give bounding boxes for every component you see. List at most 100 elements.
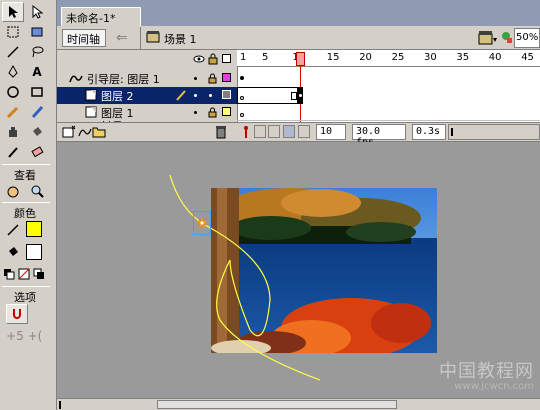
stroke-color-swatch[interactable]	[26, 221, 42, 237]
current-frame-field: 10	[316, 124, 346, 140]
options-section-label: 选项	[14, 291, 36, 304]
onion-skin-icon[interactable]	[254, 125, 266, 138]
center-frame-icon[interactable]	[240, 125, 252, 142]
frame-ruler-number: 35	[456, 52, 470, 63]
frame-ruler-number: 25	[391, 52, 405, 63]
timeline-toggle-button[interactable]: 时间轴	[62, 29, 106, 47]
onion-skin-outlines-icon[interactable]	[268, 125, 280, 138]
layer-icon	[85, 106, 97, 118]
add-layer-icon[interactable]	[62, 125, 76, 141]
add-guide-layer-icon[interactable]	[78, 125, 92, 141]
guide-layer-icon	[69, 75, 83, 83]
stroke-color-icon[interactable]	[2, 220, 24, 240]
frame-ruler-number: 1	[240, 52, 247, 63]
line-tool-icon[interactable]	[2, 42, 24, 62]
fill-transform-tool-icon[interactable]	[26, 22, 48, 42]
delete-layer-icon[interactable]	[215, 125, 227, 142]
toolbox-divider	[2, 202, 50, 203]
edit-symbols-icon[interactable]	[500, 28, 514, 49]
visibility-dot[interactable]	[194, 77, 197, 80]
layer-outline-color[interactable]	[222, 73, 231, 82]
document-tab[interactable]: 未命名-1*	[61, 7, 141, 26]
swap-colors-icon[interactable]	[32, 264, 46, 284]
outline-icon[interactable]	[222, 54, 231, 63]
ruler-underline	[237, 67, 540, 68]
layer-icon	[85, 89, 97, 101]
scroll-left-arrow-icon[interactable]	[59, 401, 67, 409]
watermark-url: www.jcwcn.com	[454, 381, 534, 392]
default-colors-icon[interactable]	[2, 264, 16, 284]
timeline-hscroll[interactable]	[448, 124, 540, 140]
motion-guide-path[interactable]	[160, 170, 330, 385]
visibility-dot[interactable]	[194, 111, 197, 114]
frame-ruler-number: 20	[359, 52, 372, 63]
fill-color-icon[interactable]	[2, 242, 24, 262]
frame-ruler-number: 45	[521, 52, 534, 63]
playhead-handle[interactable]	[296, 52, 305, 66]
zoom-tool-icon[interactable]	[26, 181, 48, 201]
keyframe[interactable]	[240, 76, 244, 80]
layer-1-frames[interactable]	[237, 104, 540, 121]
scroll-left-icon[interactable]	[451, 128, 457, 136]
symbol-instance[interactable]	[193, 211, 211, 235]
colors-section-label: 颜色	[14, 207, 36, 220]
frame-ruler-number: 40	[488, 52, 502, 63]
pencil-tool-icon[interactable]	[2, 102, 24, 122]
back-arrow-icon[interactable]: ⇐	[116, 30, 132, 46]
eye-icon[interactable]	[193, 54, 205, 67]
lock-icon[interactable]	[208, 73, 217, 87]
lock-dot[interactable]	[209, 94, 212, 97]
layer-name: 图层 2	[101, 89, 134, 103]
add-folder-icon[interactable]	[92, 125, 106, 141]
keyframe[interactable]	[240, 96, 244, 100]
layer-name: 图层 1	[101, 106, 134, 120]
stage-hscroll[interactable]	[57, 398, 540, 410]
fill-color-swatch[interactable]	[26, 244, 42, 260]
layer-outline-color[interactable]	[222, 107, 231, 116]
oval-tool-icon[interactable]	[2, 82, 24, 102]
pen-tool-icon[interactable]	[2, 62, 24, 82]
zoom-select[interactable]: 50%	[514, 28, 540, 48]
keyframe[interactable]	[240, 113, 244, 117]
scene-label: 场景 1	[164, 33, 197, 46]
paint-bucket-tool-icon[interactable]	[26, 122, 48, 142]
ink-bottle-tool-icon[interactable]	[2, 122, 24, 142]
lasso-tool-icon[interactable]	[26, 42, 48, 62]
tools-panel: A 查看 颜色 选项 +5 +(	[0, 0, 57, 410]
watermark-text: 中国教程网	[439, 361, 534, 382]
modify-onion-markers-icon[interactable]	[298, 125, 310, 138]
edit-multiple-frames-icon[interactable]	[283, 125, 295, 138]
subselect-tool-icon[interactable]	[26, 2, 48, 22]
watermark-logo: 中国教程网 www.jcwcn.com	[418, 355, 538, 401]
toolbar-divider	[140, 27, 141, 49]
visibility-dot[interactable]	[194, 94, 197, 97]
toolbox-divider	[2, 286, 50, 287]
edit-scene-icon[interactable]	[478, 28, 498, 49]
rectangle-tool-icon[interactable]	[26, 82, 48, 102]
pencil-edit-icon	[176, 90, 186, 101]
frame-ruler-number: 30	[424, 52, 437, 63]
snap-magnet-icon[interactable]	[6, 304, 28, 324]
layer-name: 引导层: 图层 1	[87, 72, 160, 86]
scroll-thumb[interactable]	[157, 400, 397, 409]
layer-outline-color[interactable]	[222, 90, 231, 99]
lock-icon[interactable]	[208, 107, 217, 121]
free-transform-tool-icon[interactable]	[2, 22, 24, 42]
no-color-icon[interactable]	[17, 264, 31, 284]
arrow-tool-icon[interactable]	[2, 2, 24, 22]
eyedropper-tool-icon[interactable]	[2, 142, 24, 162]
straighten-icon[interactable]: +(	[24, 326, 46, 346]
lock-icon[interactable]	[208, 53, 218, 68]
toolbox-divider	[2, 164, 50, 165]
brush-tool-icon[interactable]	[26, 102, 48, 122]
smooth-icon[interactable]: +5	[4, 326, 26, 346]
keyframe-dot	[299, 94, 302, 97]
frame-rate-field[interactable]: 30.0 fps	[352, 124, 406, 148]
frame-ruler-number: 15	[326, 52, 340, 63]
eraser-tool-icon[interactable]	[26, 142, 48, 162]
hand-tool-icon[interactable]	[2, 181, 24, 201]
scene-icon	[146, 30, 160, 47]
text-tool-icon[interactable]: A	[26, 62, 48, 82]
elapsed-time-field: 0.3s	[412, 124, 446, 140]
frame-ruler-number: 5	[262, 52, 269, 63]
